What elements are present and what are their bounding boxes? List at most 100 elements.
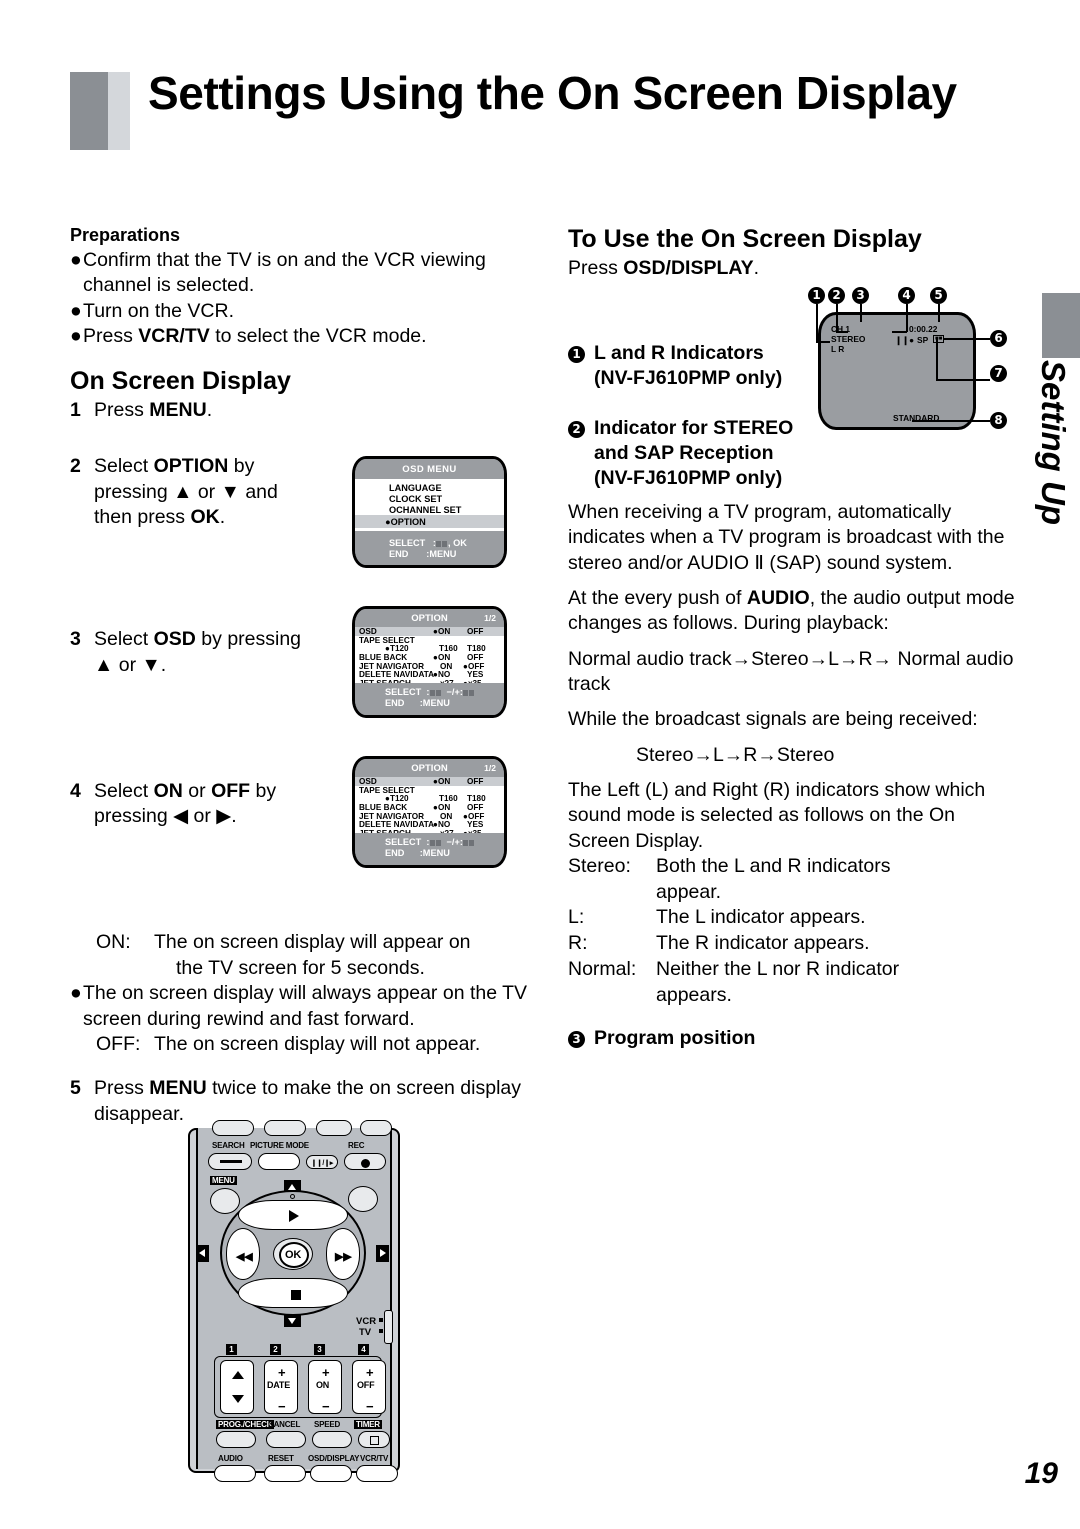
on-off-description: ON: The on screen display will appear on… [70,930,538,1058]
title-bar-dark [70,72,108,150]
up-arrow-glyph [429,690,435,696]
osd-menu-selected-item: ●OPTION [385,517,426,527]
fast-forward-icon: ▶▶ [335,1251,352,1263]
clock-icon [370,1435,379,1445]
up-arrow-glyph [429,840,435,846]
step-number: 3 [70,628,81,651]
leader-line [816,341,830,343]
option-row-blue-back: BLUE BACK ●ON OFF [359,653,484,663]
off-label: OFF [357,1380,375,1390]
option-row-delete-navidata: DELETE NAVIDATA ●NO YES [359,820,484,830]
search-button[interactable] [208,1153,252,1170]
sound-mode-key: R: [568,932,588,955]
picture-mode-button[interactable] [258,1153,300,1170]
off-minus-label: − [366,1399,374,1414]
option-row-tape-values: ●T120 T160 T180 [385,644,486,654]
right-arrow-marker [376,1245,389,1262]
page-title-block: Settings Using the On Screen Display [70,67,970,150]
leader-line [936,379,990,381]
vcr-tv-slider[interactable] [384,1310,393,1344]
on-key: ON [153,779,183,802]
speed-button[interactable] [312,1431,352,1448]
rewind-button[interactable]: ◀◀ [226,1228,260,1280]
reset-button[interactable] [264,1465,306,1482]
tape-cassette-icon: ■■ [933,335,945,343]
pause-play-button[interactable]: ❙❙/❙▸ [306,1155,338,1169]
side-tab-label: Setting Up [1035,360,1072,525]
title-bar-light [108,72,130,150]
partial-button[interactable] [264,1120,306,1136]
ok-button[interactable]: OK [273,1238,313,1270]
preparation-item: ● Turn on the VCR. [70,299,538,324]
off-plus-label: + [366,1365,374,1380]
callout-badge-3: 3 [568,1031,585,1049]
sound-mode-value: The L indicator appears. [656,906,866,929]
down-arrow-glyph [435,840,441,846]
on-label: ON: [96,931,131,953]
option-row-tape-select: TAPE SELECT [359,785,415,795]
sound-mode-row: Normal: Neither the L nor R indicator app… [568,957,1016,1008]
callout-item-3: 3 Program position [568,1026,1016,1051]
unlabeled-round-button[interactable] [348,1186,378,1212]
right-arrow-glyph [469,690,475,696]
partial-button[interactable] [212,1120,254,1136]
callout-item-2: 2 Indicator for STEREO and SAP Reception … [568,416,818,492]
cancel-button[interactable] [266,1431,306,1448]
fast-forward-button[interactable]: ▶▶ [326,1228,360,1280]
sound-mode-value: Both the L and R indicators appear. [656,854,891,903]
speed-label: SPEED [314,1420,341,1429]
on-note-text: The on screen display will always appear… [83,982,528,1030]
prog-check-button[interactable] [216,1431,256,1448]
partial-button[interactable] [316,1120,352,1136]
menu-button[interactable] [210,1188,240,1214]
on-note: ● The on screen display will always appe… [70,981,538,1032]
title-decoration-bars [70,72,130,150]
option-row-tape-values: ●T120 T160 T180 [385,794,486,804]
left-arrow-marker [196,1245,209,1262]
callout-2-model: (NV-FJ610PMP only) [594,467,783,490]
ok-key: OK [190,506,220,529]
osd-option-screenshot-step3: OPTION 1/2 OSD ●ON OFF TAPE SELECT ●T120 T1… [352,606,507,718]
option-row-jet-navigator: JET NAVIGATOR ON ●OFF [359,811,485,821]
pause-play-icon: ❙❙/❙▸ [311,1160,334,1167]
timer-button[interactable] [358,1431,390,1448]
reset-label: RESET [268,1454,294,1463]
callout-badge-2: 2 [568,420,585,438]
partial-button[interactable] [360,1120,392,1136]
badge-1: 1 [226,1344,237,1355]
vcr-tv-button[interactable] [356,1465,398,1482]
right-arrow-glyph [469,840,475,846]
osd-menu-item: LANGUAGE [389,483,442,493]
page-title: Settings Using the On Screen Display [148,67,957,119]
osd-display-key: OSD/DISPLAY [623,256,754,279]
rec-button[interactable] [344,1153,386,1170]
option-row-tape-select: TAPE SELECT [359,635,415,645]
callout-badge-2: 2 [828,287,845,304]
callout-badge-4: 4 [898,287,915,304]
sound-mode-key: Stereo: [568,854,631,877]
sound-mode-row: R: The R indicator appears. [568,931,1016,957]
tv-speed-indicator: SP [917,335,929,345]
stop-button[interactable] [238,1278,348,1308]
option-row-osd: OSD ●ON OFF [355,777,504,786]
off-label: OFF: [96,1033,141,1056]
callout-1-model: (NV-FJ610PMP only) [594,367,783,390]
step-text: Press MENU. [94,399,213,422]
vcr-label: VCR [356,1316,377,1327]
osd-option-screenshot-step4: OPTION 1/2 OSD ●ON OFF TAPE SELECT ●T120 T1… [352,756,507,868]
remote-control-illustration: SEARCH PICTURE MODE REC ❙❙/❙▸ MENU ◀◀ ▶▶ [188,1120,400,1482]
sound-mode-value: The R indicator appears. [656,932,870,955]
down-arrow-glyph [442,541,448,547]
indicator-dot [290,1194,295,1199]
audio-button[interactable] [214,1465,256,1482]
osd-menu-item: CLOCK SET [389,493,443,504]
sound-mode-list: Stereo: Both the L and R indicators appea… [568,854,1016,1008]
step-1: 1 Press MENU. [70,398,538,424]
osd-display-button[interactable] [310,1465,352,1482]
bullet-dot-icon: ● [70,982,82,1005]
channel-rocker[interactable] [220,1360,254,1414]
menu-key: MENU [149,1076,207,1099]
off-text: The on screen display will not appear. [154,1033,481,1056]
preparation-item: ● Press VCR/TV to select the VCR mode. [70,324,538,349]
play-button[interactable] [238,1200,348,1230]
